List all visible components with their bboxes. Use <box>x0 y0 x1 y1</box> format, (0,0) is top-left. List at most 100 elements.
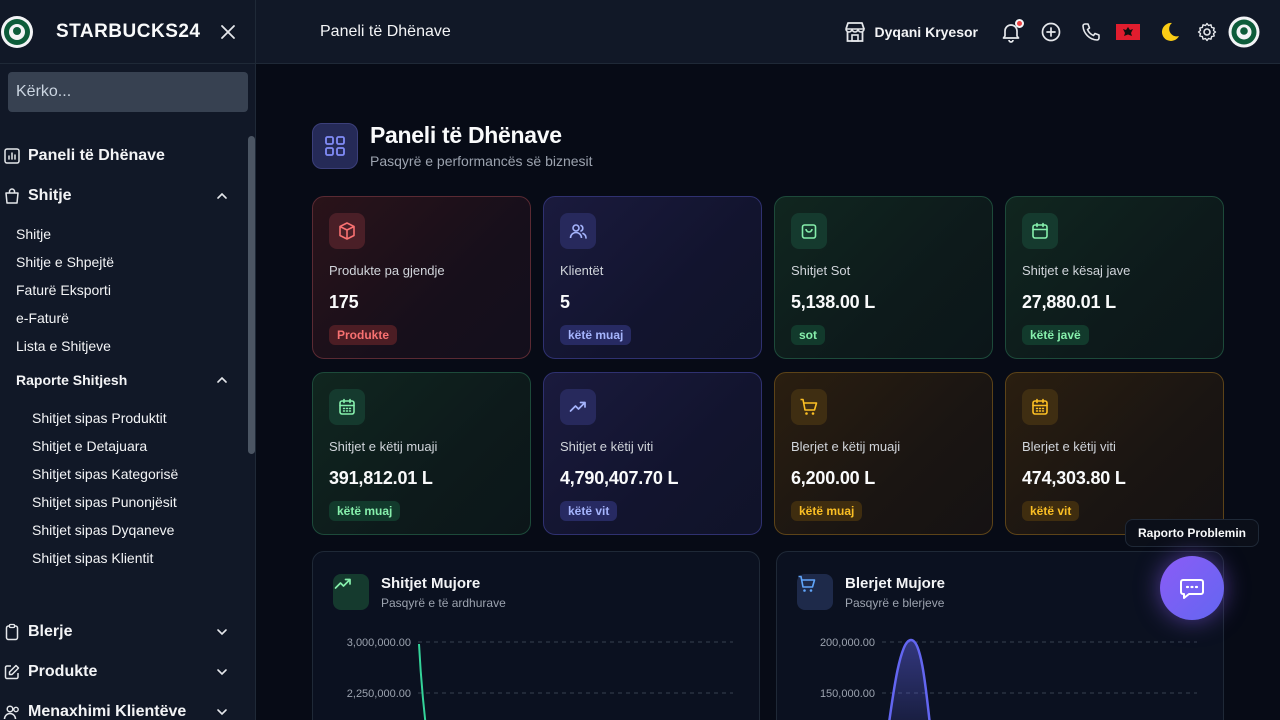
calendar-icon <box>1022 213 1058 249</box>
theme-toggle-button[interactable] <box>1154 17 1184 47</box>
sidebar-subitem-export-invoice[interactable]: Faturë Eksporti <box>0 276 246 304</box>
notifications-button[interactable] <box>996 17 1026 47</box>
report-sales-by-employee[interactable]: Shitjet sipas Punonjësit <box>0 488 246 516</box>
page-header: Paneli të Dhënave Pasqyrë e performancës… <box>312 122 593 169</box>
chart-icon <box>2 146 22 166</box>
stat-card-purchases-month[interactable]: Blerjet e këtij muaji 6,200.00 L këtë mu… <box>774 372 993 535</box>
stat-card-sales-year[interactable]: Shitjet e këtij viti 4,790,407.70 L këtë… <box>543 372 762 535</box>
card-label: Blerjet e këtij muaji <box>791 439 901 454</box>
y-tick-label: 150,000.00 <box>820 688 875 700</box>
chart-subtitle: Pasqyrë e blerjeve <box>845 595 945 610</box>
moon-icon <box>1161 22 1179 41</box>
y-tick-label: 2,250,000.00 <box>347 688 411 700</box>
sidebar-subitem-e-invoice[interactable]: e-Faturë <box>0 304 246 332</box>
cart-icon <box>791 389 827 425</box>
store-selector[interactable]: Dyqani Kryesor <box>843 21 978 43</box>
stat-card-out-of-stock[interactable]: Produkte pa gjendje 175 Produkte <box>312 196 531 359</box>
package-icon <box>329 213 365 249</box>
report-detailed-sales[interactable]: Shitjet e Detajuara <box>0 432 246 460</box>
report-sales-by-client[interactable]: Shitjet sipas Klientit <box>0 544 246 572</box>
card-value: 5,138.00 L <box>791 292 876 312</box>
sidebar-scrollbar[interactable] <box>248 136 255 454</box>
settings-button[interactable] <box>1192 17 1222 47</box>
stat-card-sales-month[interactable]: Shitjet e këtij muaji 391,812.01 L këtë … <box>312 372 531 535</box>
stat-card-sales-today[interactable]: Shitjet Sot 5,138.00 L sot <box>774 196 993 359</box>
chart-card-monthly-sales: 3,000,000.00 2,250,000.00 Shitjet Mujore… <box>312 551 760 720</box>
card-badge: këtë muaj <box>560 325 632 345</box>
sidebar-item-client-management[interactable]: Menaxhimi Klientëve <box>0 694 246 720</box>
card-value: 6,200.00 L <box>791 468 876 488</box>
card-badge: këtë muaj <box>791 501 863 521</box>
sidebar-subitem-label: Raporte Shitjesh <box>16 372 128 388</box>
sidebar-item-label: Menaxhimi Klientëve <box>28 703 187 720</box>
sidebar-item-label: Paneli të Dhënave <box>28 147 165 164</box>
card-label: Shitjet Sot <box>791 263 851 278</box>
sidebar-item-dashboard[interactable]: Paneli të Dhënave <box>0 138 246 174</box>
card-label: Klientët <box>560 263 604 278</box>
language-flag-albania-button[interactable] <box>1116 23 1140 40</box>
brand: STARBUCKS24 <box>0 0 255 64</box>
card-value: 474,303.80 L <box>1022 468 1126 488</box>
main-content: Paneli të Dhënave Pasqyrë e performancës… <box>256 64 1280 720</box>
card-label: Produkte pa gjendje <box>329 263 445 278</box>
chart-card-monthly-purchases: 200,000.00 150,000.00 Blerjet Mujore Pas… <box>776 551 1224 720</box>
phone-button[interactable] <box>1076 17 1106 47</box>
users-icon <box>2 702 22 720</box>
report-sales-by-category[interactable]: Shitjet sipas Kategorisë <box>0 460 246 488</box>
sidebar-item-label: Produkte <box>28 663 98 680</box>
card-badge: këtë vit <box>560 501 618 521</box>
plus-circle-icon <box>1041 22 1061 41</box>
card-badge: sot <box>791 325 825 345</box>
stat-card-clients[interactable]: Klientët 5 këtë muaj <box>543 196 762 359</box>
chart-title: Blerjet Mujore <box>845 574 946 592</box>
sales-series-line <box>418 643 427 720</box>
sidebar-item-products[interactable]: Produkte <box>0 654 246 690</box>
store-icon <box>843 21 867 43</box>
dashboard-grid-icon <box>312 122 358 169</box>
sidebar-nav: Paneli të Dhënave Shitje Shitje Shitje e… <box>0 138 246 720</box>
report-problem-tooltip: Raporto Problemin <box>1125 519 1260 547</box>
sidebar-item-purchases[interactable]: Blerje <box>0 614 246 650</box>
stat-card-sales-week[interactable]: Shitjet e kësaj jave 27,880.01 L këtë ja… <box>1005 196 1224 359</box>
edit-icon <box>2 662 22 682</box>
users-icon <box>560 213 596 249</box>
avatar[interactable] <box>1228 16 1260 48</box>
search-input[interactable] <box>8 72 248 112</box>
card-label: Shitjet e këtij muaji <box>329 439 438 454</box>
sidebar-subitem-sales-list[interactable]: Lista e Shitjeve <box>0 332 246 360</box>
card-label: Blerjet e këtij viti <box>1022 439 1116 454</box>
shopping-bag-icon <box>791 213 827 249</box>
card-label: Shitjet e kësaj jave <box>1022 263 1131 278</box>
top-header: Paneli të Dhënave Dyqani Kryesor <box>256 0 1280 64</box>
header-title: Paneli të Dhënave <box>320 22 451 40</box>
trending-up-icon <box>560 389 596 425</box>
sidebar-item-sales[interactable]: Shitje <box>0 178 246 214</box>
sidebar-subitem-sales[interactable]: Shitje <box>0 220 246 248</box>
chart-title: Shitjet Mujore <box>381 574 481 592</box>
report-sales-by-store[interactable]: Shitjet sipas Dyqaneve <box>0 516 246 544</box>
clipboard-icon <box>2 622 22 642</box>
report-problem-button[interactable] <box>1160 556 1224 620</box>
eagle-icon <box>1123 26 1133 36</box>
y-tick-label: 3,000,000.00 <box>347 637 411 649</box>
notification-dot <box>1015 18 1024 28</box>
add-button[interactable] <box>1036 17 1066 47</box>
sidebar-item-label: Shitje <box>28 187 72 204</box>
stat-card-purchases-year[interactable]: Blerjet e këtij viti 474,303.80 L këtë v… <box>1005 372 1224 535</box>
close-icon <box>221 24 235 39</box>
card-badge: këtë muaj <box>329 501 401 521</box>
card-badge: Produkte <box>329 325 398 345</box>
report-sales-by-product[interactable]: Shitjet sipas Produktit <box>0 404 246 432</box>
sidebar-subitem-sales-reports[interactable]: Raporte Shitjesh <box>0 362 246 398</box>
brand-name: STARBUCKS24 <box>56 20 201 42</box>
card-badge: këtë vit <box>1022 501 1080 521</box>
gear-icon <box>1197 22 1217 41</box>
chevron-up-icon <box>214 376 230 384</box>
trending-up-icon <box>333 574 369 610</box>
chart-subtitle: Pasqyrë e të ardhurave <box>381 595 506 610</box>
close-sidebar-button[interactable] <box>215 19 241 45</box>
chevron-down-icon <box>214 628 230 636</box>
card-badge: këtë javë <box>1022 325 1089 345</box>
sidebar: STARBUCKS24 Paneli të Dhënave Shitje Shi… <box>0 0 256 720</box>
sidebar-subitem-quick-sale[interactable]: Shitje e Shpejtë <box>0 248 246 276</box>
